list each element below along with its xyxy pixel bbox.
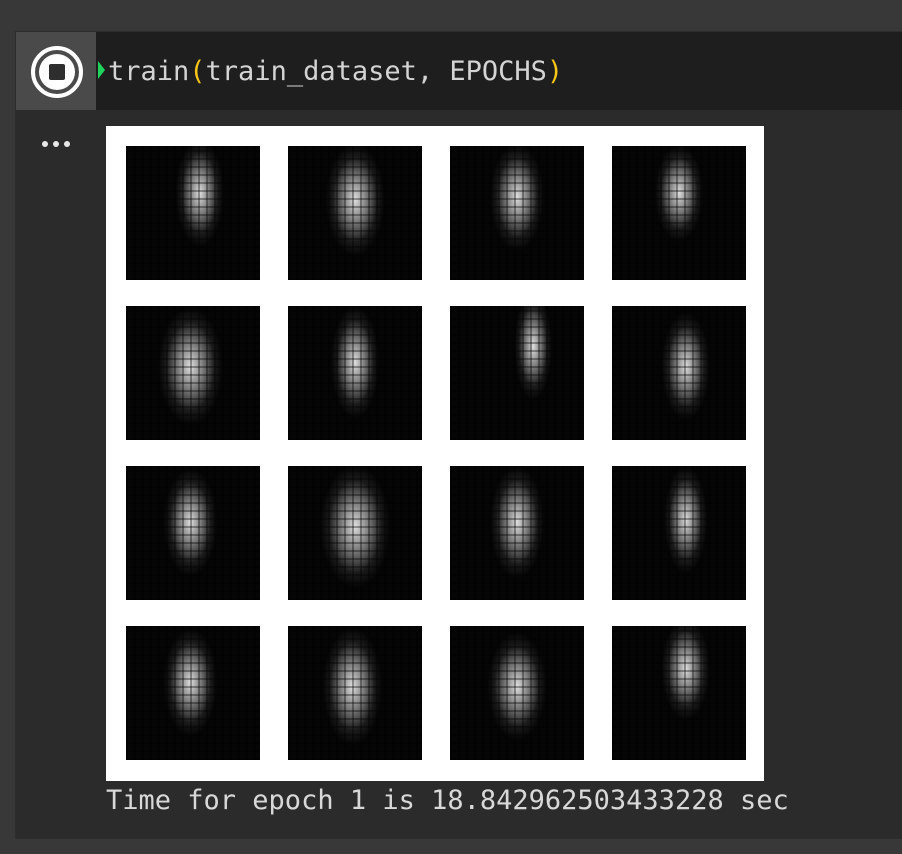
generated-images-figure	[106, 126, 764, 781]
generated-image-tile	[612, 466, 746, 600]
generated-image-tile	[126, 306, 260, 440]
code-line[interactable]: train(train_dataset, EPOCHS)	[108, 52, 563, 92]
generated-image-tile	[126, 626, 260, 760]
generated-image-tile	[612, 146, 746, 280]
code-close-paren: )	[546, 56, 564, 87]
generated-image-tile	[126, 146, 260, 280]
generated-image-tile	[288, 306, 422, 440]
more-horizontal-icon-dot	[42, 141, 48, 147]
code-args: train_dataset, EPOCHS	[205, 56, 547, 87]
generated-image-tile	[612, 626, 746, 760]
generated-image-tile	[612, 306, 746, 440]
generated-image-tile	[288, 466, 422, 600]
generated-image-tile	[126, 466, 260, 600]
generated-image-tile	[450, 466, 584, 600]
stop-circle-icon	[31, 46, 83, 98]
generated-image-tile	[450, 306, 584, 440]
more-horizontal-icon-dot	[53, 141, 59, 147]
code-open-paren: (	[189, 56, 206, 87]
generated-image-tile	[450, 626, 584, 760]
generated-image-tile	[450, 146, 584, 280]
execution-caret-icon	[98, 61, 105, 79]
generated-image-tile	[288, 146, 422, 280]
output-menu-button[interactable]	[36, 132, 76, 156]
more-horizontal-icon-dot	[64, 141, 70, 147]
code-function: train	[108, 56, 190, 87]
stop-execution-button[interactable]	[29, 44, 85, 100]
generated-image-tile	[288, 626, 422, 760]
epoch-time-output: Time for epoch 1 is 18.842962503433228 s…	[106, 785, 789, 816]
